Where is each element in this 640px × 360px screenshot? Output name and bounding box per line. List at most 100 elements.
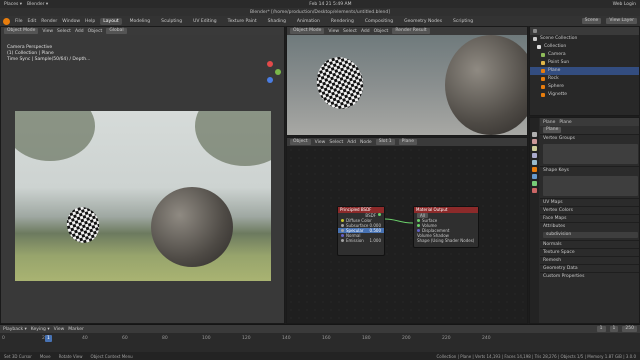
section-vertex-groups[interactable]: Vertex Groups [540, 134, 639, 142]
section-texture-space[interactable]: Texture Space [540, 248, 639, 256]
hint-rotate-view: Rotate View [58, 353, 83, 359]
section-normals[interactable]: Normals [540, 240, 639, 248]
view-layer-selector[interactable]: View Layer [606, 18, 637, 24]
outliner-item[interactable]: Sphere [530, 83, 639, 91]
select-menu[interactable]: Select [343, 29, 357, 34]
section-shape-keys[interactable]: Shape Keys [540, 166, 639, 174]
output-tab-icon[interactable] [532, 146, 537, 151]
blender-app-menu[interactable]: Blender ▾ [27, 2, 48, 7]
section-face-maps[interactable]: Face Maps [540, 214, 639, 222]
stone-sphere [151, 187, 233, 267]
world-tab-icon[interactable] [532, 160, 537, 165]
tab-compositing[interactable]: Compositing [362, 18, 396, 25]
tab-shading[interactable]: Shading [265, 18, 289, 25]
section-geometry-data[interactable]: Geometry Data [540, 264, 639, 272]
view-menu[interactable]: View [328, 29, 339, 34]
outliner-item[interactable]: Point Sun [530, 59, 639, 67]
tab-geometry-nodes[interactable]: Geometry Nodes [401, 18, 445, 25]
input-socket-icon[interactable] [417, 219, 420, 222]
timeline[interactable]: Playback ▾ Keying ▾ View Marker 1 1 250 … [0, 324, 640, 352]
section-vertex-colors[interactable]: Vertex Colors [540, 206, 639, 214]
tab-rendering[interactable]: Rendering [328, 18, 357, 25]
menu-render[interactable]: Render [41, 19, 57, 24]
render-result-dropdown[interactable]: Render Result [392, 28, 430, 34]
mesh-data-tab-icon[interactable] [532, 181, 537, 186]
tab-texture-paint[interactable]: Texture Paint [225, 18, 260, 25]
vertex-groups-list[interactable] [543, 144, 638, 164]
outliner[interactable]: Scene Collection Collection Camera Point… [529, 26, 640, 116]
start-frame-field[interactable]: 1 [609, 326, 619, 332]
input-socket-icon[interactable] [417, 229, 420, 232]
shader-node-editor[interactable]: Object View Select Add Node Slot 1 Plane… [286, 137, 528, 324]
outliner-filter-icon[interactable] [533, 29, 537, 33]
end-frame-field[interactable]: 250 [622, 326, 637, 332]
view-menu[interactable]: View [54, 327, 65, 332]
frame-tick: 160 [322, 336, 331, 341]
outliner-item-selected[interactable]: Plane [530, 67, 639, 75]
shape-keys-list[interactable] [543, 176, 638, 196]
outliner-item[interactable]: Vignette [530, 91, 639, 99]
render-tab-icon[interactable] [532, 139, 537, 144]
attribute-item[interactable]: subdivision [543, 232, 638, 238]
tab-sculpting[interactable]: Sculpting [158, 18, 185, 25]
frame-tick: 120 [242, 336, 251, 341]
view-menu[interactable]: View [42, 29, 53, 34]
gizmo-z-axis-icon[interactable] [267, 77, 273, 83]
outliner-item[interactable]: Rock [530, 75, 639, 83]
modifier-tab-icon[interactable] [532, 174, 537, 179]
frame-ruler[interactable]: 0 20 40 60 80 100 120 140 160 180 200 22… [0, 336, 640, 343]
tool-tab-icon[interactable] [532, 132, 537, 137]
select-menu[interactable]: Select [57, 29, 71, 34]
marker-menu[interactable]: Marker [68, 327, 84, 332]
viewport-left[interactable]: Object Mode View Select Add Object Globa… [0, 26, 285, 324]
properties-editor[interactable]: Plane Plane Plane Vertex Groups Shape Ke… [529, 117, 640, 324]
menu-window[interactable]: Window [62, 19, 80, 24]
object-menu[interactable]: Object [374, 29, 389, 34]
object-mode-dropdown[interactable]: Object Mode [4, 28, 39, 34]
section-remesh[interactable]: Remesh [540, 256, 639, 264]
outliner-item-label: Camera [548, 52, 566, 57]
outliner-item[interactable]: Collection [530, 43, 639, 51]
data-block-selector[interactable]: Plane [543, 127, 562, 133]
places-menu[interactable]: Places ▾ [4, 2, 22, 7]
blender-logo-icon[interactable] [3, 17, 10, 25]
outliner-item-label: Rock [548, 76, 559, 81]
frame-tick: 220 [442, 336, 451, 341]
viewport-right[interactable]: Object Mode View Select Add Object Rende… [286, 26, 528, 136]
keying-menu[interactable]: Keying ▾ [31, 327, 50, 332]
object-tab-icon[interactable] [532, 167, 537, 172]
menu-edit[interactable]: Edit [28, 19, 37, 24]
playback-menu[interactable]: Playback ▾ [3, 327, 27, 332]
section-uv-maps[interactable]: UV Maps [540, 198, 639, 206]
window-title: Blender* [/home/production/Desktop/eleme… [250, 9, 390, 15]
menu-help[interactable]: Help [85, 19, 95, 24]
playhead[interactable]: 1 [45, 335, 52, 342]
material-output-node[interactable]: Material Output All Surface Volume Displ… [413, 206, 479, 248]
section-custom-properties[interactable]: Custom Properties [540, 272, 639, 280]
scene-tab-icon[interactable] [532, 153, 537, 158]
material-tab-icon[interactable] [532, 188, 537, 193]
tab-layout[interactable]: Layout [100, 17, 122, 25]
tab-uv-editing[interactable]: UV Editing [190, 18, 219, 25]
tab-modeling[interactable]: Modeling [127, 18, 153, 25]
outliner-item[interactable]: Scene Collection [530, 35, 639, 43]
section-attributes[interactable]: Attributes [540, 222, 639, 230]
scene-selector[interactable]: Scene [581, 18, 602, 24]
object-menu[interactable]: Object [88, 29, 103, 34]
input-socket-icon[interactable] [417, 224, 420, 227]
properties-tab-bar [530, 118, 539, 323]
add-menu[interactable]: Add [75, 29, 84, 34]
object-mode-dropdown[interactable]: Object Mode [290, 28, 325, 34]
gizmo-x-axis-icon[interactable] [267, 61, 273, 67]
gizmo-y-axis-icon[interactable] [275, 69, 281, 75]
add-menu[interactable]: Add [361, 29, 370, 34]
window-title-bar: Blender* [/home/production/Desktop/eleme… [0, 8, 640, 16]
menu-file[interactable]: File [15, 19, 23, 24]
current-frame-field[interactable]: 1 [596, 326, 606, 332]
outliner-item-label: Vignette [548, 92, 568, 97]
orientation-dropdown[interactable]: Global [106, 28, 127, 34]
tab-animation[interactable]: Animation [294, 18, 323, 25]
outliner-item[interactable]: Camera [530, 51, 639, 59]
web-login-button[interactable]: Web Login [613, 2, 636, 7]
tab-scripting[interactable]: Scripting [450, 18, 476, 25]
